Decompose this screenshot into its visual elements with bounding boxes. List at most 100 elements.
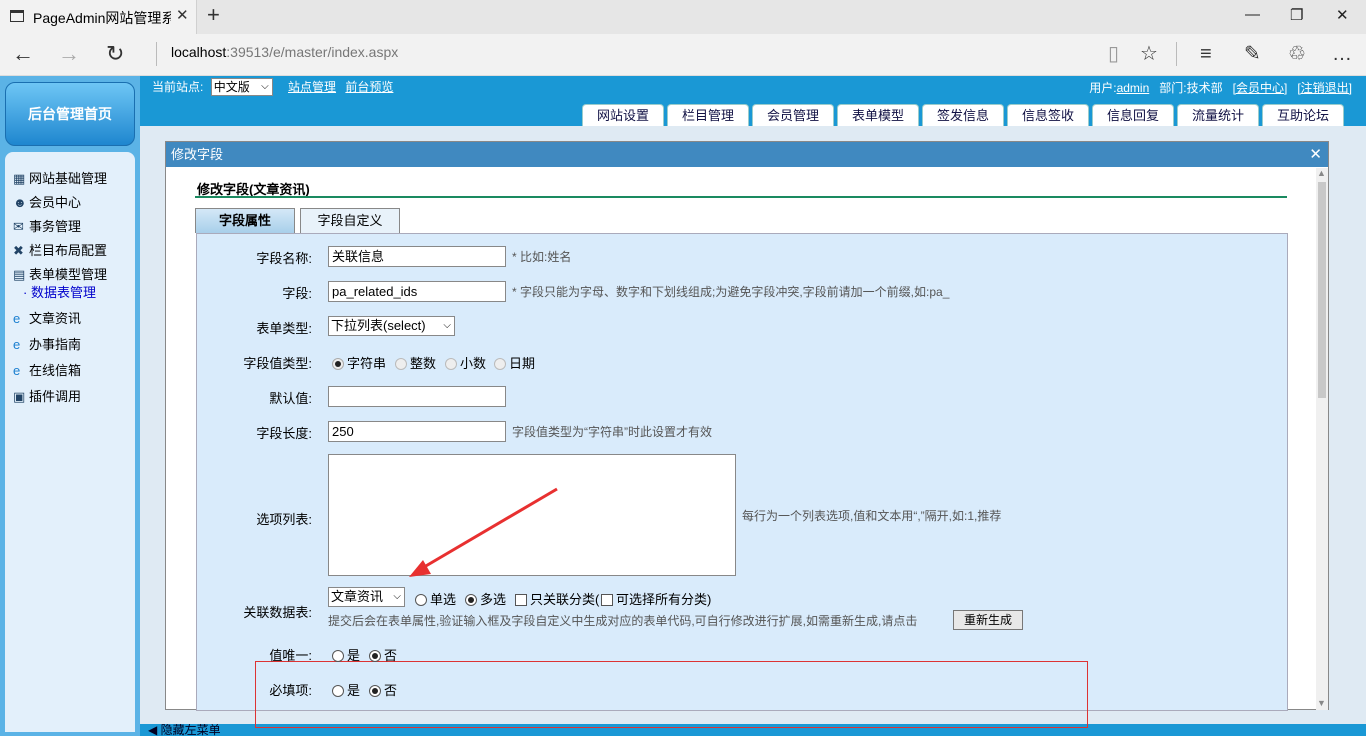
tab-receive-info[interactable]: 信息签收: [1007, 104, 1089, 126]
field-key-hint: * 字段只能为字母、数字和下划线组成;为避免字段冲突,字段前请加一个前缀,如:p…: [512, 285, 950, 299]
refresh-icon[interactable]: ↻: [106, 42, 124, 66]
sidebar-item-mailbox[interactable]: e 在线信箱: [13, 360, 81, 379]
field-key-input[interactable]: pa_related_ids: [328, 281, 506, 302]
default-value-input[interactable]: [328, 386, 506, 407]
dialog-scrollbar[interactable]: ▲ ▼: [1316, 168, 1328, 710]
required-no-radio[interactable]: 否: [369, 680, 397, 699]
tab-column-manage[interactable]: 栏目管理: [667, 104, 749, 126]
left-sidebar: 后台管理首页 ▦ 网站基础管理 ☻ 会员中心 ✉ 事务管理 ✖ 栏目布局配置 ▤ 表单模型…: [0, 76, 140, 736]
field-form: 字段名称: 关联信息 * 比如:姓名 字段: pa_related_ids * …: [196, 233, 1288, 728]
field-name-label: 字段名称:: [256, 251, 312, 266]
tab-reply-info[interactable]: 信息回复: [1092, 104, 1174, 126]
value-type-decimal-radio[interactable]: 小数: [445, 353, 486, 372]
field-key-label: 字段:: [282, 286, 312, 301]
close-window-icon[interactable]: ✕: [1336, 6, 1349, 24]
site-manage-link[interactable]: 站点管理: [288, 80, 336, 94]
logout-link[interactable]: [注销退出]: [1297, 81, 1352, 95]
ie-icon: e: [13, 363, 21, 378]
browser-tab[interactable]: PageAdmin网站管理系统 ✕: [0, 0, 197, 34]
address-bar: ← → ↻ localhost:39513/e/master/index.asp…: [0, 34, 1366, 76]
ie-icon: e: [13, 337, 21, 352]
top-bar: 当前站点: 中文版 ⌵ 站点管理 前台预览 用户:admin 部门:技术部 [会员…: [140, 76, 1366, 126]
field-length-hint: 字段值类型为“字符串”时此设置才有效: [512, 425, 712, 439]
tab-field-properties[interactable]: 字段属性: [195, 208, 295, 233]
unique-yes-radio[interactable]: 是: [332, 645, 360, 664]
relation-table-label: 关联数据表:: [243, 605, 312, 620]
new-tab-icon[interactable]: +: [207, 4, 220, 26]
options-list-hint: 每行为一个列表选项,值和文本用“,”隔开,如:1,推荐: [742, 509, 1002, 523]
back-icon[interactable]: ←: [12, 42, 34, 66]
relation-all-category-checkbox[interactable]: 可选择所有分类): [601, 589, 711, 608]
dialog-close-icon[interactable]: ✕: [1309, 142, 1322, 167]
field-name-hint: * 比如:姓名: [512, 250, 572, 264]
settings-icon: ▦: [13, 171, 26, 186]
unique-no-radio[interactable]: 否: [369, 645, 397, 664]
sidebar-item-plugins[interactable]: ▣ 插件调用: [13, 386, 81, 405]
relation-single-radio[interactable]: 单选: [415, 589, 456, 608]
forward-icon[interactable]: →: [58, 42, 80, 66]
tab-field-custom[interactable]: 字段自定义: [300, 208, 400, 233]
tab-publish-info[interactable]: 签发信息: [922, 104, 1004, 126]
sidebar-item-member-center[interactable]: ☻ 会员中心: [13, 192, 81, 211]
tab-forum[interactable]: 互助论坛: [1262, 104, 1344, 126]
field-name-input[interactable]: 关联信息: [328, 246, 506, 267]
hub-icon[interactable]: ≡: [1200, 43, 1212, 65]
admin-home-button[interactable]: 后台管理首页: [5, 82, 135, 146]
tab-member-manage[interactable]: 会员管理: [752, 104, 834, 126]
member-center-link[interactable]: [会员中心]: [1233, 81, 1288, 95]
edit-field-dialog: 修改字段 ✕ ▲ ▼ 修改字段(文章资讯) 字段属性 字段自定义 字段名称: 关…: [165, 141, 1329, 728]
close-tab-icon[interactable]: ✕: [176, 6, 189, 24]
hide-menu-link[interactable]: ◀ 隐藏左菜单: [148, 724, 221, 736]
dialog-title: 修改字段: [171, 147, 224, 162]
favorite-star-icon[interactable]: ☆: [1140, 43, 1158, 65]
more-icon[interactable]: …: [1332, 43, 1352, 65]
frontend-preview-link[interactable]: 前台预览: [345, 80, 393, 94]
relation-only-category-checkbox[interactable]: 只关联分类(: [515, 589, 599, 608]
default-value-label: 默认值:: [269, 391, 312, 406]
sidebar-item-layout[interactable]: ✖ 栏目布局配置: [13, 240, 107, 259]
site-selector-area: 当前站点: 中文版 ⌵ 站点管理 前台预览: [152, 78, 394, 96]
user-info: 用户:admin 部门:技术部 [会员中心] [注销退出]: [1089, 81, 1352, 95]
chevron-down-icon: ⌵: [393, 591, 401, 602]
tab-site-settings[interactable]: 网站设置: [582, 104, 664, 126]
sidebar-item-data-table[interactable]: · 数据表管理: [23, 282, 96, 301]
sidebar-item-articles[interactable]: e 文章资讯: [13, 308, 81, 327]
form-type-select[interactable]: 下拉列表(select) ⌵: [328, 316, 455, 336]
value-type-date-radio[interactable]: 日期: [494, 353, 535, 372]
title-divider: [195, 196, 1287, 198]
dialog-header: 修改字段 ✕: [166, 142, 1328, 167]
regenerate-button[interactable]: 重新生成: [953, 610, 1023, 630]
plugin-icon: ▣: [13, 389, 26, 404]
tab-traffic-stats[interactable]: 流量统计: [1177, 104, 1259, 126]
web-note-icon[interactable]: ✎: [1244, 43, 1261, 65]
scrollbar-thumb[interactable]: [1318, 182, 1326, 398]
field-length-input[interactable]: 250: [328, 421, 506, 442]
user-name-link[interactable]: admin: [1117, 81, 1150, 95]
sidebar-item-site-basics[interactable]: ▦ 网站基础管理: [13, 168, 107, 187]
reading-view-icon[interactable]: ▯: [1108, 43, 1119, 65]
share-icon[interactable]: ♲: [1288, 43, 1306, 65]
task-icon: ✉: [13, 219, 24, 234]
value-type-label: 字段值类型:: [243, 356, 312, 371]
sidebar-item-guide[interactable]: e 办事指南: [13, 334, 81, 353]
users-icon: ☻: [13, 195, 27, 210]
relation-note: 提交后会在表单属性,验证输入框及字段自定义中生成对应的表单代码,可自行修改进行扩…: [328, 614, 918, 628]
relation-table-select[interactable]: 文章资讯 ⌵: [328, 587, 405, 607]
tab-form-model[interactable]: 表单模型: [837, 104, 919, 126]
chevron-down-icon: ⌵: [443, 320, 451, 331]
ie-icon: e: [13, 311, 21, 326]
value-type-string-radio[interactable]: 字符串: [332, 353, 386, 372]
book-icon: ▤: [13, 267, 26, 282]
relation-multi-radio[interactable]: 多选: [465, 589, 506, 608]
options-list-label: 选项列表:: [256, 512, 312, 527]
restore-icon[interactable]: ❐: [1290, 6, 1303, 24]
sidebar-item-affairs[interactable]: ✉ 事务管理: [13, 216, 81, 235]
url-field[interactable]: localhost:39513/e/master/index.aspx: [171, 44, 398, 60]
sidebar-item-form-model[interactable]: ▤ 表单模型管理: [13, 264, 107, 283]
field-length-label: 字段长度:: [256, 426, 312, 441]
minimize-icon[interactable]: —: [1245, 6, 1260, 23]
required-label: 必填项:: [269, 683, 312, 698]
value-type-int-radio[interactable]: 整数: [395, 353, 436, 372]
required-yes-radio[interactable]: 是: [332, 680, 360, 699]
site-select[interactable]: 中文版 ⌵: [210, 78, 273, 96]
